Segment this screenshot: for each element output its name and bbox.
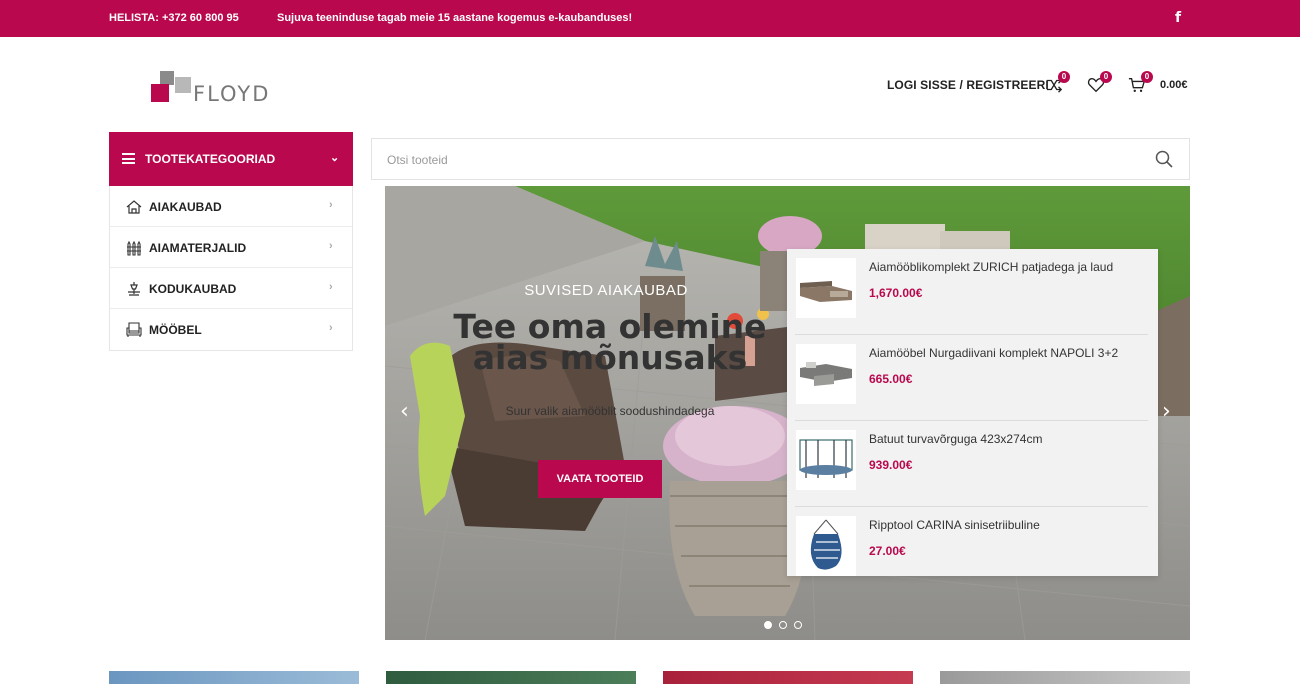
product-name: Batuut turvavõrguga 423x274cm xyxy=(869,432,1043,446)
corner-sofa-thumb xyxy=(796,344,856,404)
banner-tile-1[interactable] xyxy=(109,671,359,684)
chevron-down-icon: ⌄ xyxy=(330,152,340,164)
facebook-icon[interactable]: f xyxy=(1175,10,1181,26)
category-item-aiamaterjalid[interactable]: AIAMATERJALID › xyxy=(110,227,352,268)
product-price: 27.00€ xyxy=(869,544,906,558)
search-result-item[interactable]: Batuut turvavõrguga 423x274cm 939.00€ xyxy=(795,421,1148,507)
search-result-item[interactable]: Aiamööblikomplekt ZURICH patjadega ja la… xyxy=(795,249,1148,335)
categories-toggle[interactable]: TOOTEKATEGOORIAD ⌄ xyxy=(109,132,353,186)
product-name: Ripptool CARINA sinisetriibuline xyxy=(869,518,1040,532)
logo-square-light xyxy=(175,77,191,93)
slider-prev-icon[interactable]: ‹ xyxy=(400,399,409,424)
wishlist-count-badge: 0 xyxy=(1100,71,1112,83)
banner-tile-2[interactable] xyxy=(386,671,636,684)
category-list: AIAKAUBAD › AIAMATERJALID › KODUKAUBAD ›… xyxy=(109,186,353,351)
category-item-moobel[interactable]: MÖÖBEL › xyxy=(110,309,352,350)
cart-button[interactable]: 0 xyxy=(1128,71,1153,96)
compare-count-badge: 0 xyxy=(1058,71,1070,83)
category-label: KODUKAUBAD xyxy=(149,282,237,296)
logo-square-gray xyxy=(160,71,174,85)
lamp-icon xyxy=(128,282,140,296)
logo-square-brand xyxy=(151,84,169,102)
slider-dot-3[interactable] xyxy=(794,621,802,629)
search-placeholder: Otsi tooteid xyxy=(387,153,448,167)
search-results-dropdown: Aiamööblikomplekt ZURICH patjadega ja la… xyxy=(787,249,1158,576)
slider-dot-1[interactable] xyxy=(764,621,772,629)
categories-title: TOOTEKATEGOORIAD xyxy=(145,152,276,166)
banner-tile-4[interactable] xyxy=(940,671,1190,684)
hero-kicker: SUVISED AIAKAUBAD xyxy=(524,282,688,299)
chevron-right-icon: › xyxy=(329,322,333,334)
fence-icon xyxy=(127,240,141,256)
top-bar: HELISTA: +372 60 800 95 Sujuva teenindus… xyxy=(0,0,1300,37)
trampoline-thumb xyxy=(796,430,856,490)
view-products-button[interactable]: VAATA TOOTEID xyxy=(538,460,662,498)
slider-next-icon[interactable]: › xyxy=(1162,399,1171,424)
category-item-aiakaubad[interactable]: AIAKAUBAD › xyxy=(110,186,352,227)
login-register-link[interactable]: LOGI SISSE / REGISTREERI xyxy=(887,78,1049,92)
slider-pagination xyxy=(764,616,809,634)
garden-house-icon xyxy=(126,200,142,214)
sofa-set-thumb xyxy=(796,258,856,318)
cart-count-badge: 0 xyxy=(1141,71,1153,83)
cart-total[interactable]: 0.00€ xyxy=(1160,79,1188,91)
furniture-icon xyxy=(126,322,142,337)
product-price: 939.00€ xyxy=(869,458,913,472)
promo-text: Sujuva teeninduse tagab meie 15 aastane … xyxy=(277,12,633,24)
category-label: AIAMATERJALID xyxy=(149,241,247,255)
product-price: 1,670.00€ xyxy=(869,286,923,300)
category-item-kodukaubad[interactable]: KODUKAUBAD › xyxy=(110,268,352,309)
phone-number[interactable]: HELISTA: +372 60 800 95 xyxy=(109,12,239,24)
category-label: MÖÖBEL xyxy=(149,323,202,337)
wishlist-button[interactable]: 0 xyxy=(1087,71,1112,96)
chevron-right-icon: › xyxy=(329,281,333,293)
product-price: 665.00€ xyxy=(869,372,913,386)
search-input[interactable]: Otsi tooteid xyxy=(371,138,1190,180)
slider-dot-2[interactable] xyxy=(779,621,787,629)
search-icon[interactable] xyxy=(1154,149,1174,169)
menu-icon xyxy=(122,153,135,164)
category-label: AIAKAUBAD xyxy=(149,200,222,214)
site-logo[interactable]: FLOYD xyxy=(151,71,301,106)
search-result-item[interactable]: Aiamööbel Nurgadiivani komplekt NAPOLI 3… xyxy=(795,335,1148,421)
search-result-item[interactable]: Ripptool CARINA sinisetriibuline 27.00€ xyxy=(795,507,1148,593)
hero-headline: Tee oma olemine aias mõnusaks xyxy=(453,307,767,377)
hero-subtitle: Suur valik aiamööblit soodushindadega xyxy=(505,404,715,418)
product-name: Aiamööbel Nurgadiivani komplekt NAPOLI 3… xyxy=(869,346,1119,360)
banner-tile-3[interactable] xyxy=(663,671,913,684)
logo-text: FLOYD xyxy=(193,82,271,106)
hanging-chair-thumb xyxy=(796,516,856,576)
product-name: Aiamööblikomplekt ZURICH patjadega ja la… xyxy=(869,260,1114,274)
compare-button[interactable]: 0 xyxy=(1045,71,1070,96)
chevron-right-icon: › xyxy=(329,240,333,252)
chevron-right-icon: › xyxy=(329,199,333,211)
